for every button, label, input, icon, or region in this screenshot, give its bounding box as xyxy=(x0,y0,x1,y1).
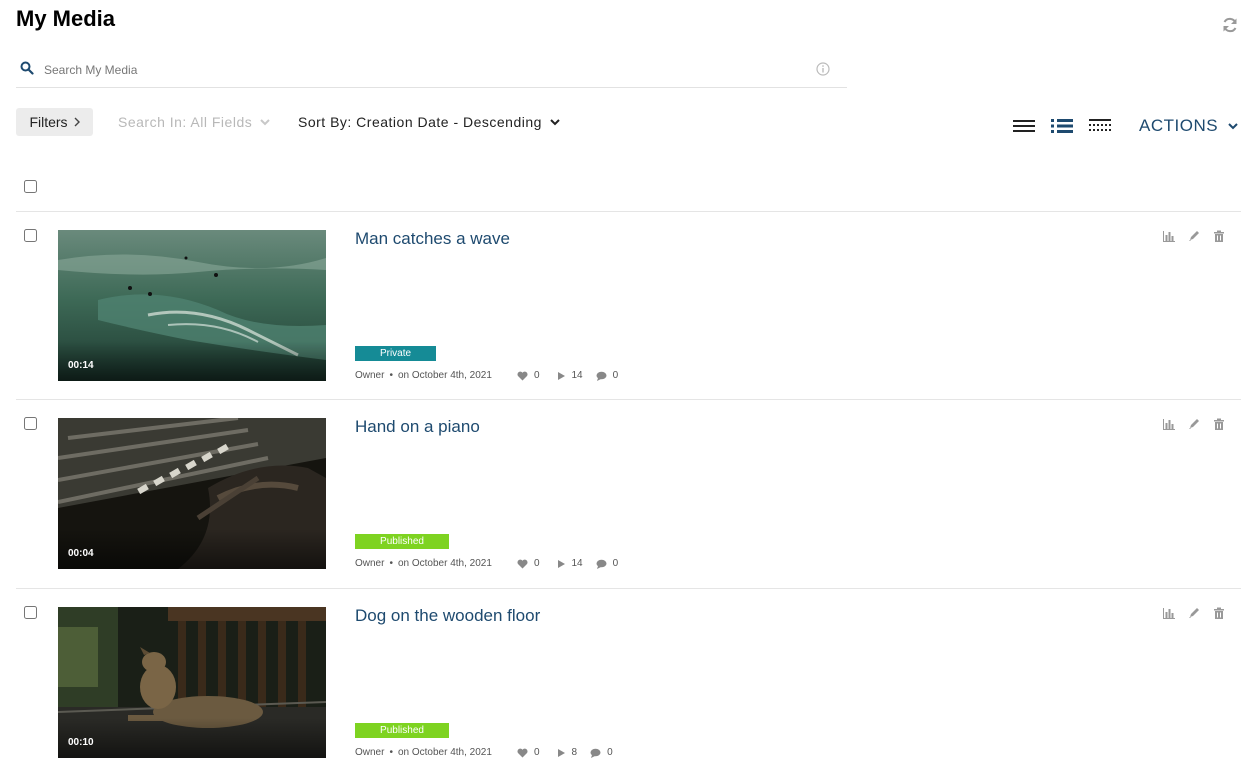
search-in-label: Search In: All Fields xyxy=(118,114,253,130)
entry-meta: Owner • on October 4th, 2021 0 14 0 xyxy=(355,370,618,381)
entry-meta: Owner • on October 4th, 2021 0 8 0 xyxy=(355,747,613,758)
video-thumbnail[interactable]: 00:14 xyxy=(58,230,326,381)
date-label: on October 4th, 2021 xyxy=(397,558,492,569)
filters-label: Filters xyxy=(29,114,68,130)
comments-stat: 0 xyxy=(596,370,619,381)
comment-icon xyxy=(590,748,601,758)
comments-stat: 0 xyxy=(596,558,619,569)
plays-stat: 8 xyxy=(557,747,578,758)
duration-label: 00:04 xyxy=(68,548,94,559)
row-checkbox[interactable] xyxy=(24,606,37,619)
filters-button[interactable]: Filters xyxy=(16,108,93,136)
comment-icon xyxy=(596,371,607,381)
owner-label: Owner xyxy=(355,747,385,758)
search-icon[interactable] xyxy=(20,61,34,75)
heart-icon xyxy=(517,371,528,380)
trash-icon[interactable] xyxy=(1212,229,1226,243)
duration-label: 00:14 xyxy=(68,360,94,371)
entry-meta: Owner • on October 4th, 2021 0 14 0 xyxy=(355,558,618,569)
entry-title-link[interactable]: Man catches a wave xyxy=(355,229,510,249)
play-icon xyxy=(557,371,565,380)
bar-chart-icon[interactable] xyxy=(1162,606,1176,620)
media-row: 00:10 Dog on the wooden floor Published … xyxy=(0,589,1250,767)
heart-icon xyxy=(517,748,528,757)
likes-stat: 0 xyxy=(517,558,540,569)
plays-count: 14 xyxy=(571,558,583,569)
plays-count: 14 xyxy=(571,370,583,381)
info-icon[interactable] xyxy=(816,62,830,76)
plays-stat: 14 xyxy=(557,558,583,569)
select-all-checkbox[interactable] xyxy=(24,180,37,193)
separator-dot: • xyxy=(389,558,393,569)
likes-count: 0 xyxy=(533,370,540,381)
pencil-icon[interactable] xyxy=(1187,606,1201,620)
likes-count: 0 xyxy=(533,558,540,569)
status-badge: Published xyxy=(355,723,449,738)
chevron-down-icon xyxy=(1228,122,1238,129)
actions-dropdown[interactable]: ACTIONS xyxy=(1139,116,1238,136)
separator-dot: • xyxy=(389,370,393,381)
table-view-icon[interactable] xyxy=(1088,117,1112,135)
thumbnail-shade xyxy=(58,341,326,381)
trash-icon[interactable] xyxy=(1212,417,1226,431)
thumbnail-shade xyxy=(58,529,326,569)
row-checkbox[interactable] xyxy=(24,229,37,242)
search-input[interactable] xyxy=(44,59,804,81)
refresh-icon[interactable] xyxy=(1221,16,1239,34)
comment-icon xyxy=(596,559,607,569)
owner-label: Owner xyxy=(355,558,385,569)
bar-chart-icon[interactable] xyxy=(1162,417,1176,431)
media-row: 00:14 Man catches a wave Private Owner •… xyxy=(0,212,1250,400)
heart-icon xyxy=(517,559,528,568)
plays-count: 8 xyxy=(571,747,578,758)
chevron-down-icon xyxy=(260,118,270,125)
plays-stat: 14 xyxy=(557,370,583,381)
search-in-dropdown[interactable]: Search In: All Fields xyxy=(118,114,270,130)
comments-stat: 0 xyxy=(590,747,613,758)
row-checkbox[interactable] xyxy=(24,417,37,430)
thumbnail-shade xyxy=(58,718,326,758)
play-icon xyxy=(557,748,565,757)
media-row: 00:04 Hand on a piano Published Owner • … xyxy=(0,400,1250,588)
sort-by-dropdown[interactable]: Sort By: Creation Date - Descending xyxy=(298,114,560,130)
sort-by-label: Sort By: Creation Date - Descending xyxy=(298,114,542,130)
entry-title-link[interactable]: Hand on a piano xyxy=(355,417,480,437)
list-view-icon[interactable] xyxy=(1012,117,1036,135)
comments-count: 0 xyxy=(612,370,619,381)
entry-title-link[interactable]: Dog on the wooden floor xyxy=(355,606,540,626)
trash-icon[interactable] xyxy=(1212,606,1226,620)
bar-chart-icon[interactable] xyxy=(1162,229,1176,243)
likes-count: 0 xyxy=(533,747,540,758)
pencil-icon[interactable] xyxy=(1187,229,1201,243)
search-bar xyxy=(16,52,847,88)
date-label: on October 4th, 2021 xyxy=(397,370,492,381)
detailed-view-icon[interactable] xyxy=(1050,117,1074,135)
page-title: My Media xyxy=(16,6,116,31)
video-thumbnail[interactable]: 00:04 xyxy=(58,418,326,569)
owner-label: Owner xyxy=(355,370,385,381)
comments-count: 0 xyxy=(612,558,619,569)
pencil-icon[interactable] xyxy=(1187,417,1201,431)
status-badge: Published xyxy=(355,534,449,549)
video-thumbnail[interactable]: 00:10 xyxy=(58,607,326,758)
chevron-down-icon xyxy=(550,118,560,125)
play-icon xyxy=(557,559,565,568)
likes-stat: 0 xyxy=(517,747,540,758)
actions-label: ACTIONS xyxy=(1139,116,1219,135)
likes-stat: 0 xyxy=(517,370,540,381)
duration-label: 00:10 xyxy=(68,737,94,748)
date-label: on October 4th, 2021 xyxy=(397,747,492,758)
comments-count: 0 xyxy=(607,747,613,758)
separator-dot: • xyxy=(389,747,393,758)
chevron-right-icon xyxy=(74,117,80,127)
status-badge: Private xyxy=(355,346,436,361)
